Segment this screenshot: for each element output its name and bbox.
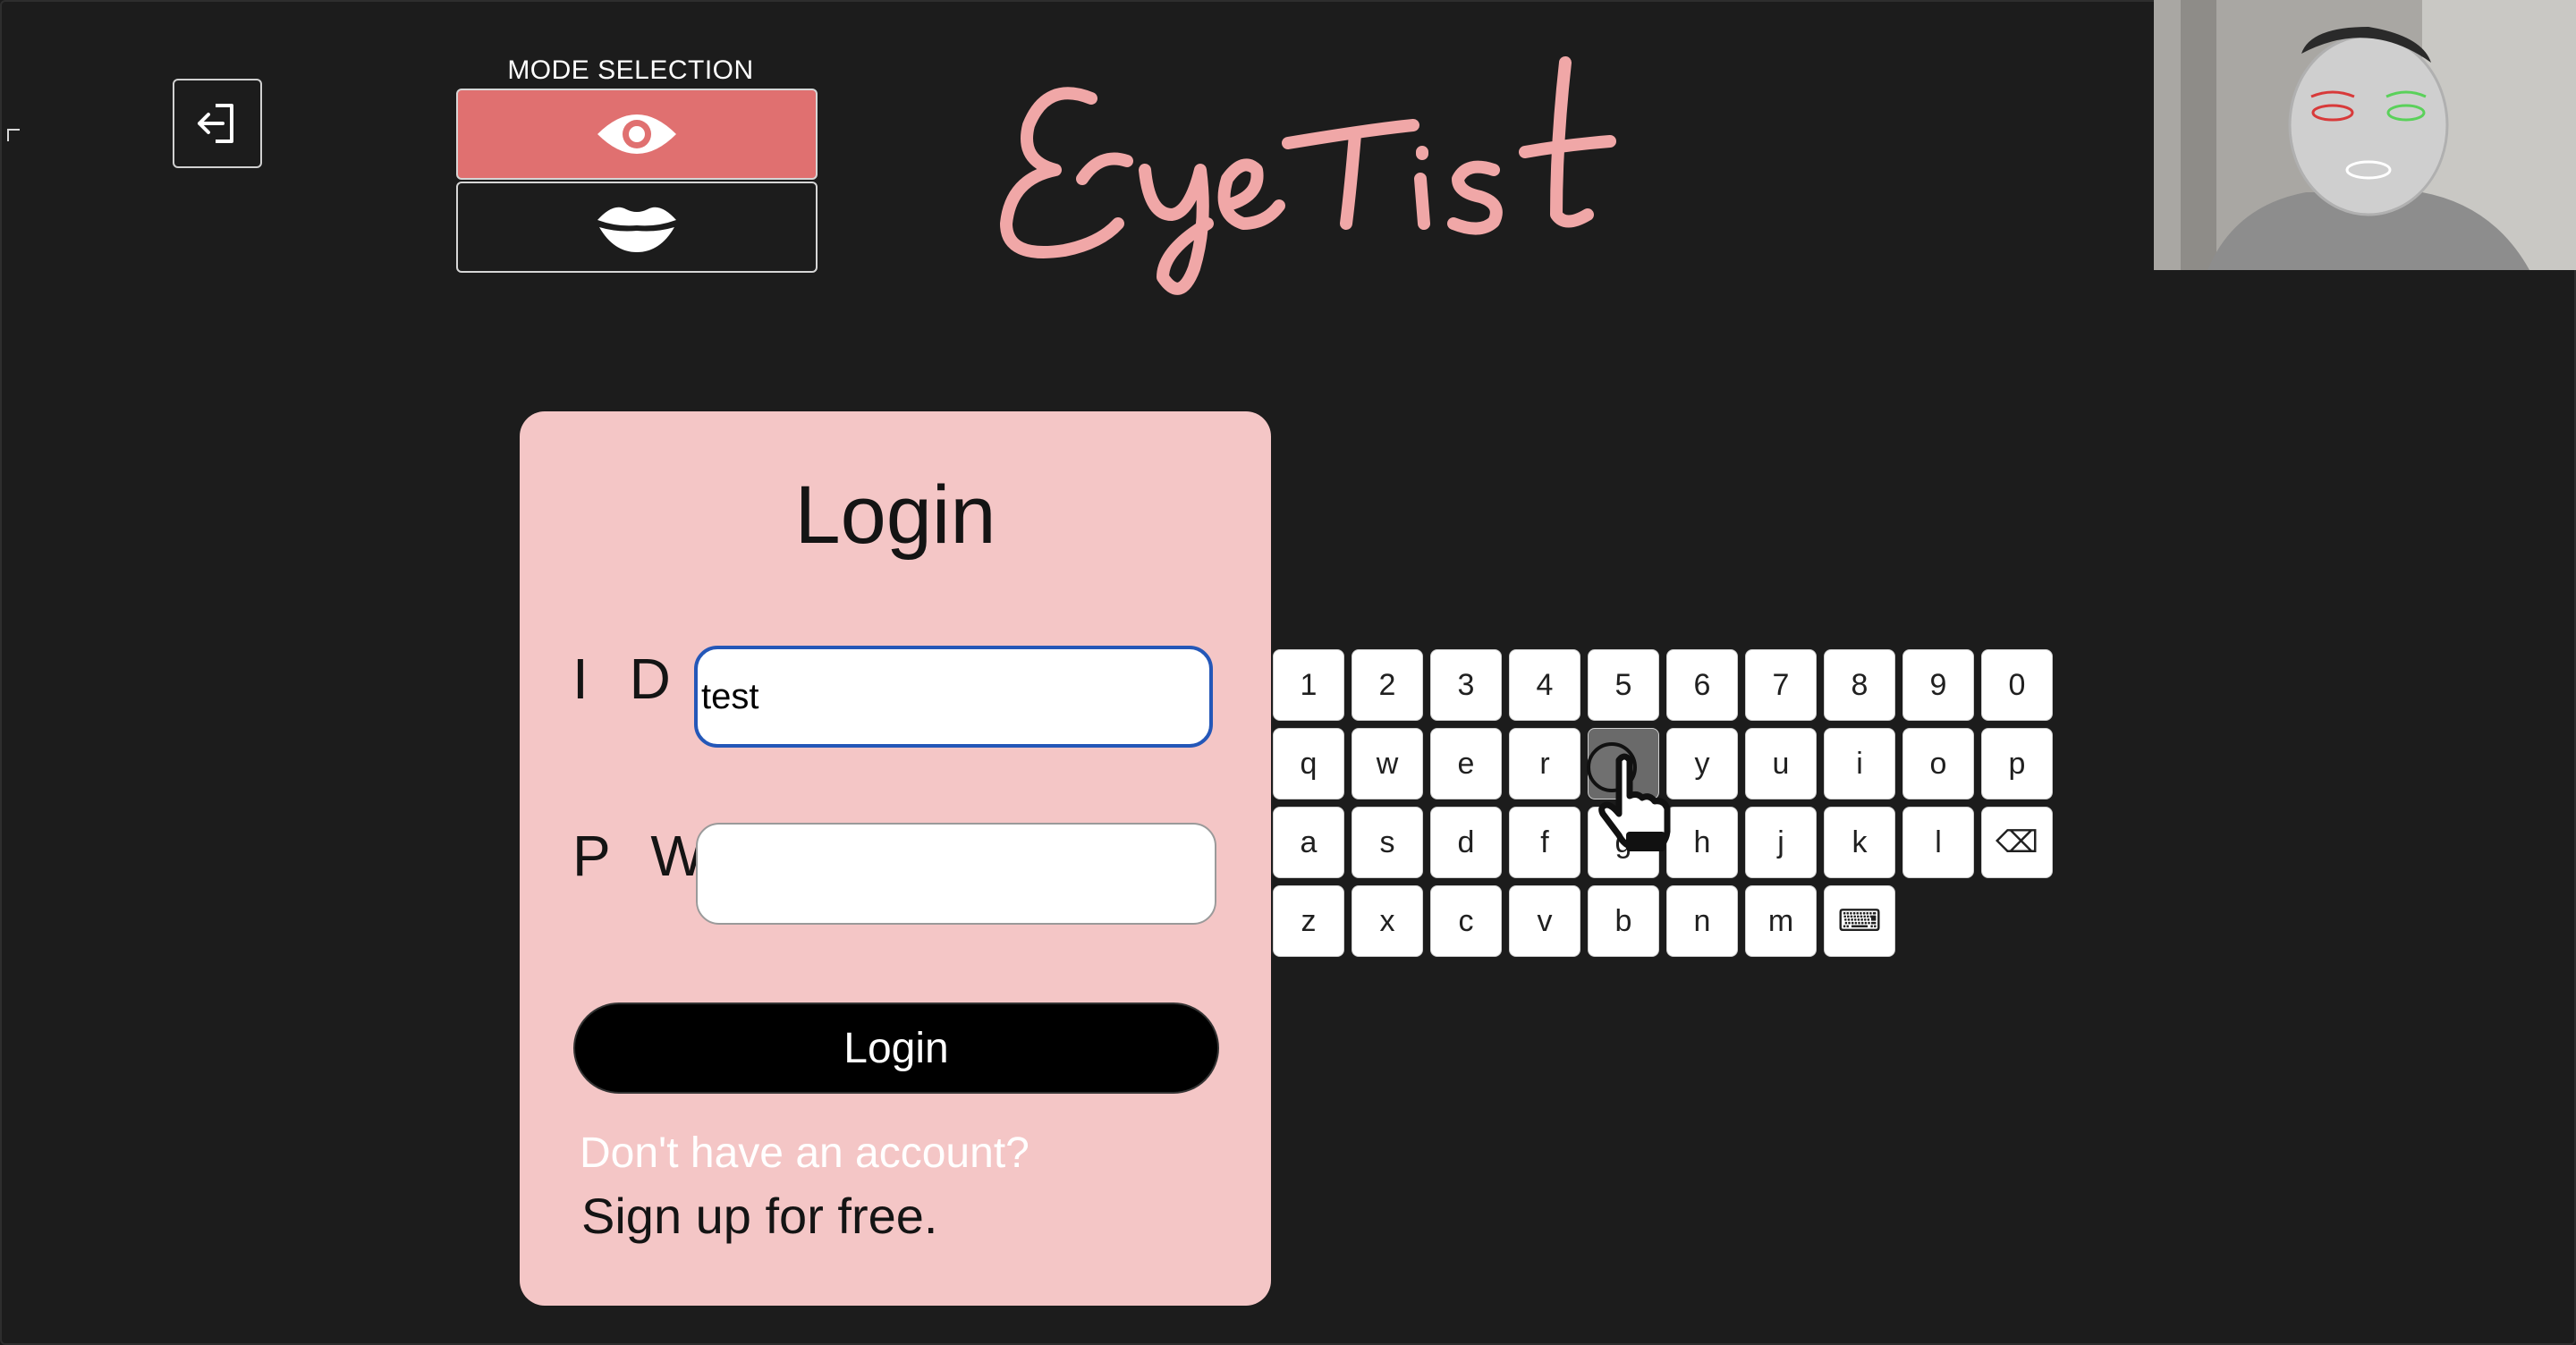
key-q[interactable]: q <box>1273 728 1344 799</box>
key-b[interactable]: b <box>1588 885 1659 957</box>
key-0[interactable]: 0 <box>1981 649 2053 721</box>
login-button[interactable]: Login <box>573 1002 1219 1094</box>
mode-selection-label: MODE SELECTION <box>507 55 754 85</box>
key-4[interactable]: 4 <box>1509 649 1580 721</box>
eye-icon <box>597 114 676 154</box>
key-m[interactable]: m <box>1745 885 1817 957</box>
key-6[interactable]: 6 <box>1666 649 1738 721</box>
eye-mode-button[interactable] <box>456 89 818 180</box>
key-t[interactable]: t <box>1588 728 1659 799</box>
key-l[interactable]: l <box>1902 807 1974 878</box>
key-5[interactable]: 5 <box>1588 649 1659 721</box>
key-e[interactable]: e <box>1430 728 1502 799</box>
key-h[interactable]: h <box>1666 807 1738 878</box>
key-o[interactable]: o <box>1902 728 1974 799</box>
exit-button[interactable] <box>173 79 262 168</box>
key-z[interactable]: z <box>1273 885 1344 957</box>
signup-link[interactable]: Sign up for free. <box>581 1187 937 1245</box>
key-x[interactable]: x <box>1352 885 1423 957</box>
corner-marker <box>7 129 20 141</box>
lips-mode-button[interactable] <box>456 182 818 273</box>
key-i[interactable]: i <box>1824 728 1895 799</box>
backspace-key[interactable]: ⌫ <box>1981 807 2053 878</box>
key-9[interactable]: 9 <box>1902 649 1974 721</box>
key-n[interactable]: n <box>1666 885 1738 957</box>
key-y[interactable]: y <box>1666 728 1738 799</box>
key-1[interactable]: 1 <box>1273 649 1344 721</box>
key-u[interactable]: u <box>1745 728 1817 799</box>
key-f[interactable]: f <box>1509 807 1580 878</box>
key-7[interactable]: 7 <box>1745 649 1817 721</box>
no-account-text: Don't have an account? <box>580 1129 1030 1177</box>
id-input[interactable] <box>694 646 1213 748</box>
key-p[interactable]: p <box>1981 728 2053 799</box>
key-8[interactable]: 8 <box>1824 649 1895 721</box>
key-3[interactable]: 3 <box>1430 649 1502 721</box>
eyetist-logo <box>993 45 1646 304</box>
webcam-preview <box>2154 0 2576 270</box>
pw-input[interactable] <box>696 823 1216 925</box>
key-v[interactable]: v <box>1509 885 1580 957</box>
id-label: I D <box>572 647 683 711</box>
key-d[interactable]: d <box>1430 807 1502 878</box>
key-2[interactable]: 2 <box>1352 649 1423 721</box>
login-title: Login <box>794 469 996 561</box>
keyboard-toggle-key[interactable]: ⌨ <box>1824 885 1895 957</box>
key-s[interactable]: s <box>1352 807 1423 878</box>
key-k[interactable]: k <box>1824 807 1895 878</box>
key-w[interactable]: w <box>1352 728 1423 799</box>
key-a[interactable]: a <box>1273 807 1344 878</box>
key-c[interactable]: c <box>1430 885 1502 957</box>
key-g[interactable]: g <box>1588 807 1659 878</box>
key-r[interactable]: r <box>1509 728 1580 799</box>
lips-icon <box>597 207 676 252</box>
key-j[interactable]: j <box>1745 807 1817 878</box>
exit-icon <box>198 104 233 143</box>
